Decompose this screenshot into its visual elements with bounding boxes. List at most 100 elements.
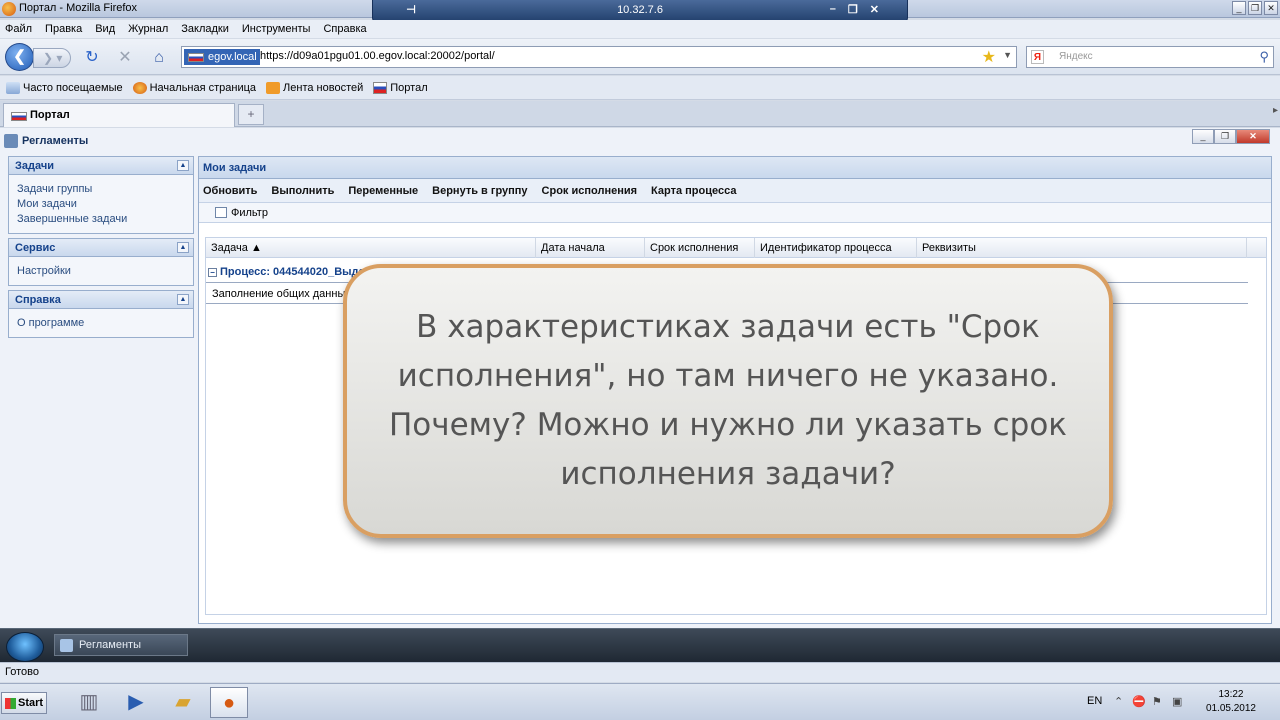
- sidebar-item-settings[interactable]: Настройки: [17, 264, 193, 279]
- execute-button[interactable]: Выполнить: [271, 185, 334, 197]
- url-text[interactable]: https://d09a01pgu01.00.egov.local:20002/…: [260, 50, 495, 62]
- app-icon: [4, 134, 18, 148]
- window-title: Портал - Mozilla Firefox: [19, 2, 138, 14]
- reload-icon[interactable]: ↻: [83, 49, 101, 67]
- collapse-icon[interactable]: ▲: [177, 160, 189, 171]
- panel-tasks: Задачи группы Мои задачи Завершенные зад…: [8, 175, 194, 234]
- site-identity[interactable]: egov.local: [184, 49, 260, 65]
- process-map-button[interactable]: Карта процесса: [651, 185, 736, 197]
- collapse-icon[interactable]: ▲: [177, 294, 189, 305]
- sidebar-item-my-tasks[interactable]: Мои задачи: [17, 197, 193, 212]
- group-row[interactable]: − Процесс: 044544020_Выда: [208, 266, 365, 278]
- column-start-date[interactable]: Дата начала: [536, 238, 645, 258]
- firefox-taskbar-icon[interactable]: ●: [210, 687, 248, 718]
- rdp-restore-button[interactable]: ❐: [848, 3, 858, 16]
- bookmark-news-feed[interactable]: Лента новостей: [266, 81, 363, 94]
- bookmark-portal[interactable]: Портал: [373, 81, 428, 94]
- powershell-icon[interactable]: ▶: [117, 687, 155, 718]
- bookmark-star-icon[interactable]: ★: [982, 47, 996, 67]
- bookmarks-bar: Часто посещаемые Начальная страница Лент…: [0, 76, 1280, 100]
- firefox-icon: [132, 81, 147, 94]
- sidebar-item-completed-tasks[interactable]: Завершенные задачи: [17, 212, 193, 227]
- menu-tools[interactable]: Инструменты: [242, 23, 311, 35]
- url-bar[interactable]: egov.local https://d09a01pgu01.00.egov.l…: [181, 46, 1017, 68]
- rss-icon: [266, 81, 281, 94]
- back-button[interactable]: ❮: [5, 43, 34, 71]
- sidebar: Задачи ▲ Задачи группы Мои задачи Заверш…: [8, 156, 194, 624]
- menu-bookmarks[interactable]: Закладки: [181, 23, 229, 35]
- restore-button[interactable]: ❐: [1248, 1, 1262, 15]
- yandex-icon[interactable]: Я: [1031, 50, 1044, 64]
- rdp-close-button[interactable]: ✕: [870, 3, 879, 16]
- refresh-button[interactable]: Обновить: [203, 185, 257, 197]
- column-due-date[interactable]: Срок исполнения: [645, 238, 755, 258]
- minimize-button[interactable]: _: [1232, 1, 1246, 15]
- menu-view[interactable]: Вид: [95, 23, 115, 35]
- explorer-folder-icon[interactable]: ▰: [164, 687, 202, 718]
- menu-help[interactable]: Справка: [323, 23, 366, 35]
- due-date-button[interactable]: Срок исполнения: [542, 185, 638, 197]
- windows-taskbar: Start ▥ ▶ ▰ ● EN ⌃ ⛔ ⚑ ▣ 13:22 01.05.201…: [0, 683, 1280, 720]
- bookmark-folder-icon: [6, 81, 20, 94]
- close-button[interactable]: ✕: [1264, 1, 1278, 15]
- column-task[interactable]: Задача ▲: [206, 238, 536, 258]
- app-icon: [60, 639, 73, 652]
- taskbar-item-reglaments[interactable]: Регламенты: [54, 634, 188, 656]
- tasks-toolbar: Обновить Выполнить Переменные Вернуть в …: [199, 179, 1271, 203]
- menu-edit[interactable]: Правка: [45, 23, 82, 35]
- tab-bar: Портал + ▸: [0, 101, 1280, 127]
- filter-bar: Фильтр: [199, 203, 1271, 223]
- status-bar: Готово: [0, 662, 1280, 682]
- tab-list-icon[interactable]: ▸: [1273, 105, 1278, 116]
- home-icon[interactable]: ⌂: [150, 49, 168, 67]
- bookmark-most-visited[interactable]: Часто посещаемые: [6, 81, 123, 94]
- panel-service-header[interactable]: Сервис ▲: [8, 238, 194, 257]
- collapse-icon[interactable]: ▲: [177, 242, 189, 253]
- panel-help-header[interactable]: Справка ▲: [8, 290, 194, 309]
- language-indicator[interactable]: EN: [1087, 695, 1102, 707]
- variables-button[interactable]: Переменные: [348, 185, 418, 197]
- search-icon[interactable]: ⚲: [1259, 49, 1269, 65]
- menu-history[interactable]: Журнал: [128, 23, 168, 35]
- panel-tasks-header[interactable]: Задачи ▲: [8, 156, 194, 175]
- clock[interactable]: 13:22 01.05.2012: [1206, 688, 1256, 716]
- bookmark-home-page[interactable]: Начальная страница: [132, 81, 256, 94]
- network-icon[interactable]: ▣: [1172, 695, 1182, 708]
- forward-button[interactable]: ❯ ▾: [33, 48, 71, 68]
- new-tab-button[interactable]: +: [238, 104, 264, 125]
- tab-portal[interactable]: Портал: [3, 103, 235, 127]
- show-hidden-icons[interactable]: ⌃: [1114, 695, 1123, 708]
- column-process-id[interactable]: Идентификатор процесса: [755, 238, 917, 258]
- overlay-text: В характеристиках задачи есть "Срок испо…: [388, 309, 1068, 492]
- url-dropdown-icon[interactable]: ▼: [1003, 50, 1012, 60]
- system-tray: EN ⌃ ⛔ ⚑ ▣ 13:22 01.05.2012: [1080, 684, 1280, 720]
- filter-button[interactable]: Фильтр: [231, 207, 268, 219]
- main-panel-header: Мои задачи: [199, 157, 1271, 179]
- app-close-button[interactable]: ✕: [1236, 129, 1270, 144]
- sidebar-item-group-tasks[interactable]: Задачи группы: [17, 182, 193, 197]
- overlay-callout: В характеристиках задачи есть "Срок испо…: [343, 264, 1113, 538]
- menu-file[interactable]: Файл: [5, 23, 32, 35]
- search-bar[interactable]: Я Яндекс ⚲: [1026, 46, 1274, 68]
- panel-service: Настройки: [8, 257, 194, 286]
- app-title: Регламенты: [4, 134, 88, 148]
- return-to-group-button[interactable]: Вернуть в группу: [432, 185, 527, 197]
- remote-desktop-bar: ⊣ 10.32.7.6 – ❐ ✕: [372, 0, 908, 22]
- collapse-toggle-icon[interactable]: −: [208, 268, 217, 277]
- app-restore-button[interactable]: ❐: [1214, 129, 1236, 144]
- tray-icon[interactable]: ⛔: [1132, 695, 1146, 708]
- search-placeholder: Яндекс: [1059, 51, 1093, 62]
- app-minimize-button[interactable]: _: [1192, 129, 1214, 144]
- stop-icon[interactable]: ✕: [116, 49, 134, 67]
- app-taskbar: Регламенты: [0, 628, 1280, 662]
- flag-tray-icon[interactable]: ⚑: [1152, 695, 1162, 708]
- start-orb-icon[interactable]: [6, 632, 44, 662]
- rdp-minimize-button[interactable]: –: [830, 3, 836, 16]
- server-manager-icon[interactable]: ▥: [70, 687, 108, 718]
- flag-icon: [188, 53, 204, 62]
- column-details[interactable]: Реквизиты: [917, 238, 1247, 258]
- sidebar-item-about[interactable]: О программе: [17, 316, 193, 331]
- flag-icon: [11, 112, 27, 121]
- start-button[interactable]: Start: [1, 692, 47, 714]
- filter-icon[interactable]: [215, 207, 227, 218]
